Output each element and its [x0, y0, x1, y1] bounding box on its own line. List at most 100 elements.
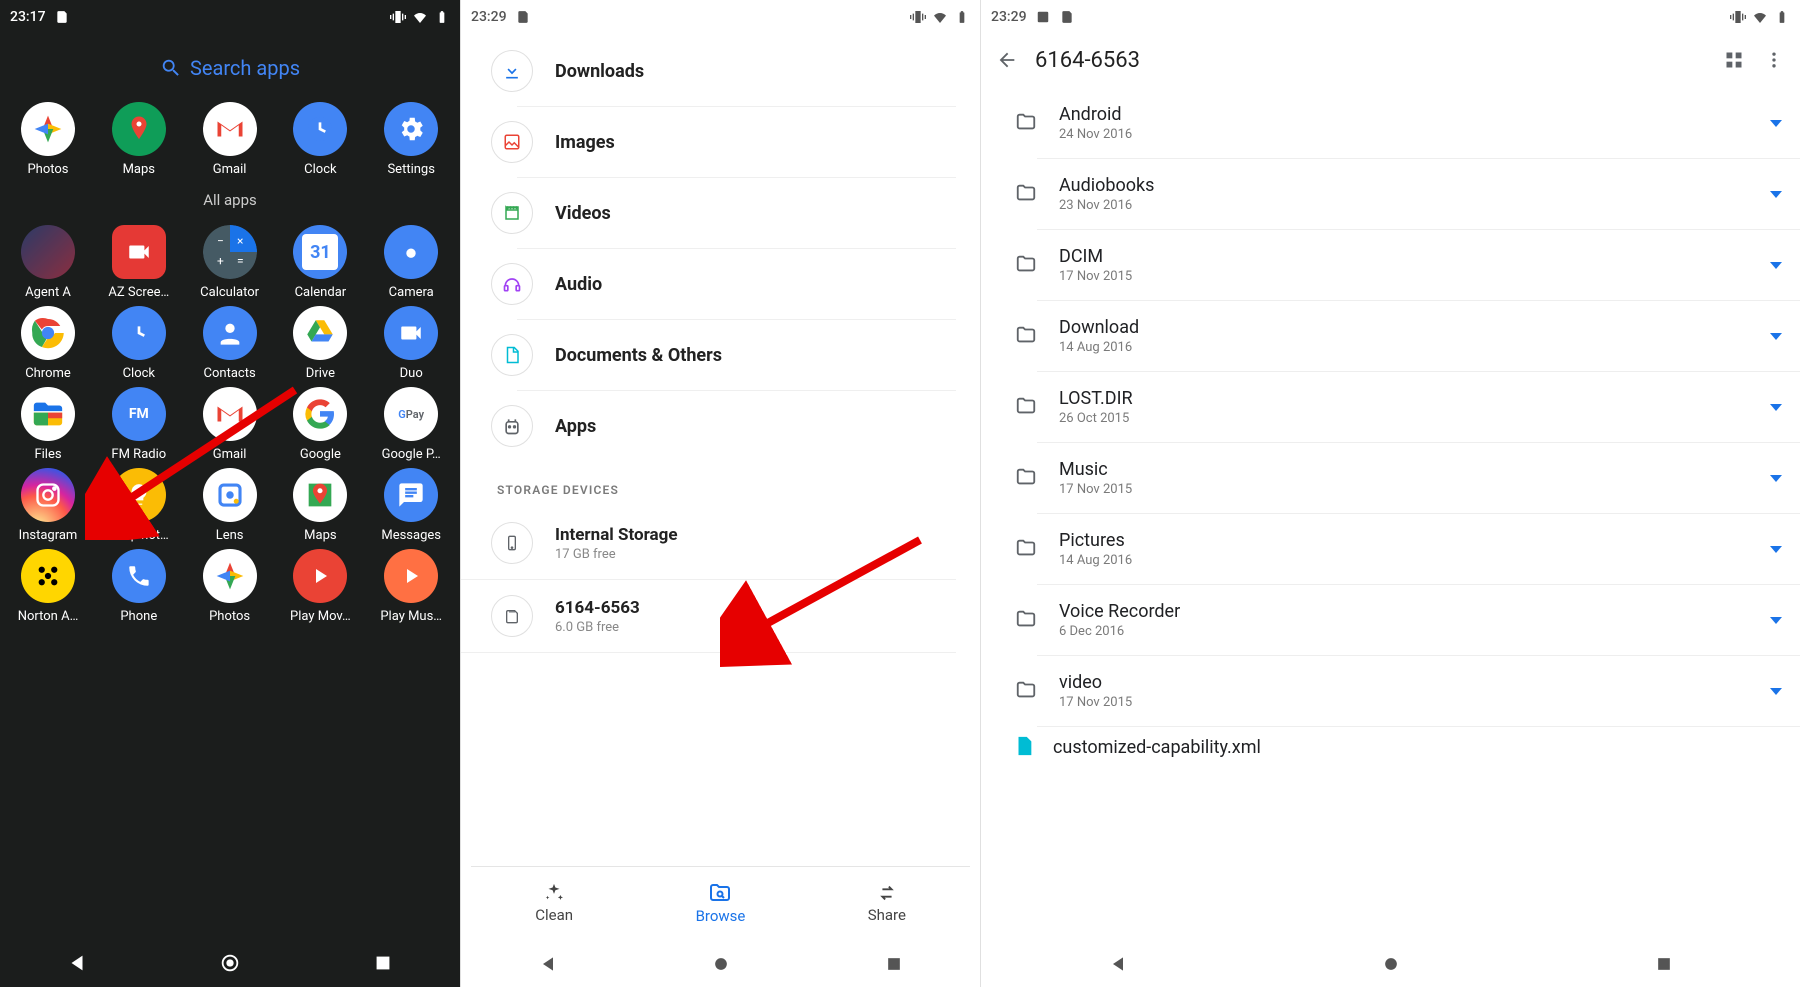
storage-sdcard[interactable]: 6164-6563 6.0 GB free — [461, 580, 956, 653]
app-gmail[interactable]: Gmail — [186, 102, 274, 177]
dropdown-caret-icon[interactable] — [1770, 546, 1782, 553]
nav-home-icon[interactable] — [1381, 954, 1401, 974]
nav-back-icon[interactable] — [1108, 954, 1128, 974]
app-duo[interactable]: Duo — [367, 306, 455, 381]
app-play-movies[interactable]: Play Mov… — [276, 549, 364, 624]
app-maps[interactable]: Maps — [95, 102, 183, 177]
statusbar: 23:29 — [461, 0, 980, 32]
app-files[interactable]: Files — [4, 387, 92, 462]
app-fm-radio[interactable]: FMFM Radio — [95, 387, 183, 462]
app-google-pay[interactable]: G PayGoogle P… — [367, 387, 455, 462]
tab-clean[interactable]: Clean — [471, 867, 637, 939]
status-time: 23:29 — [471, 9, 507, 25]
wifi-icon — [412, 9, 428, 25]
back-button[interactable] — [995, 48, 1019, 72]
folder-row[interactable]: Music 17 Nov 2015 — [1037, 443, 1800, 514]
nav-back-icon[interactable] — [66, 952, 88, 974]
app-settings[interactable]: Settings — [367, 102, 455, 177]
document-icon — [491, 334, 533, 376]
app-agent-a[interactable]: Agent A — [4, 225, 92, 300]
app-camera[interactable]: Camera — [367, 225, 455, 300]
app-phone[interactable]: Phone — [95, 549, 183, 624]
nav-recent-icon[interactable] — [884, 954, 904, 974]
nav-recent-icon[interactable] — [372, 952, 394, 974]
app-calculator[interactable]: −×+=Calculator — [186, 225, 274, 300]
app-drive[interactable]: Drive — [276, 306, 364, 381]
folder-name: Audiobooks — [1059, 175, 1154, 196]
dropdown-caret-icon[interactable] — [1770, 262, 1782, 269]
vibrate-icon — [390, 9, 406, 25]
phone-folder-list: 23:29 6164-6563 Android 24 Nov 2016 Audi… — [980, 0, 1800, 987]
folder-icon — [1013, 608, 1041, 632]
tab-browse[interactable]: Browse — [637, 867, 803, 939]
category-images[interactable]: Images — [517, 107, 956, 178]
app-clock[interactable]: Clock — [276, 102, 364, 177]
folder-icon — [1013, 466, 1041, 490]
category-downloads[interactable]: Downloads — [517, 36, 956, 107]
folder-date: 14 Aug 2016 — [1059, 340, 1139, 355]
folder-name: Android — [1059, 104, 1132, 125]
app-maps2[interactable]: Maps — [276, 468, 364, 543]
dropdown-caret-icon[interactable] — [1770, 191, 1782, 198]
app-google[interactable]: Google — [276, 387, 364, 462]
app-norton[interactable]: Norton A… — [4, 549, 92, 624]
folder-row[interactable]: Download 14 Aug 2016 — [1037, 301, 1800, 372]
folder-row[interactable]: DCIM 17 Nov 2015 — [1037, 230, 1800, 301]
folder-date: 23 Nov 2016 — [1059, 198, 1154, 213]
dropdown-caret-icon[interactable] — [1770, 475, 1782, 482]
category-documents[interactable]: Documents & Others — [517, 320, 956, 391]
grid-view-button[interactable] — [1722, 48, 1746, 72]
folder-name: Voice Recorder — [1059, 601, 1180, 622]
dropdown-caret-icon[interactable] — [1770, 333, 1782, 340]
dropdown-caret-icon[interactable] — [1770, 617, 1782, 624]
nav-back-icon[interactable] — [538, 954, 558, 974]
app-row-6: Norton A… Phone Photos Play Mov… Play Mu… — [0, 543, 460, 624]
folder-row[interactable]: Voice Recorder 6 Dec 2016 — [1037, 585, 1800, 656]
app-gmail2[interactable]: Gmail — [186, 387, 274, 462]
search-placeholder: Search apps — [190, 56, 300, 80]
category-audio[interactable]: Audio — [517, 249, 956, 320]
folder-row[interactable]: Android 24 Nov 2016 — [1037, 88, 1800, 159]
folder-name: Pictures — [1059, 530, 1132, 551]
file-xml[interactable]: customized-capability.xml — [981, 727, 1800, 767]
app-messages[interactable]: Messages — [367, 468, 455, 543]
nav-recent-icon[interactable] — [1654, 954, 1674, 974]
sd-indicator-icon — [54, 9, 70, 25]
sd-indicator-icon — [515, 9, 531, 25]
app-chrome[interactable]: Chrome — [4, 306, 92, 381]
file-icon — [1013, 735, 1037, 759]
category-videos[interactable]: Videos — [517, 178, 956, 249]
more-menu-button[interactable] — [1762, 48, 1786, 72]
app-az-screen[interactable]: AZ Scree… — [95, 225, 183, 300]
folder-row[interactable]: Audiobooks 23 Nov 2016 — [1037, 159, 1800, 230]
app-photos2[interactable]: Photos — [186, 549, 274, 624]
folder-icon — [1013, 537, 1041, 561]
dropdown-caret-icon[interactable] — [1770, 120, 1782, 127]
app-clock2[interactable]: Clock — [95, 306, 183, 381]
app-play-music[interactable]: Play Mus… — [367, 549, 455, 624]
category-apps[interactable]: Apps — [517, 391, 956, 461]
all-apps-label: All apps — [0, 191, 460, 209]
folder-icon — [1013, 679, 1041, 703]
dropdown-caret-icon[interactable] — [1770, 688, 1782, 695]
app-row-5: Instagram Keep not… Lens Maps Messages — [0, 462, 460, 543]
folder-search-icon — [708, 881, 732, 905]
svg-text:−: − — [217, 234, 224, 248]
folder-row[interactable]: video 17 Nov 2015 — [1037, 656, 1800, 727]
app-calendar[interactable]: 31Calendar — [276, 225, 364, 300]
nav-bar — [0, 939, 460, 987]
folder-row[interactable]: LOST.DIR 26 Oct 2015 — [1037, 372, 1800, 443]
nav-home-icon[interactable] — [219, 952, 241, 974]
apps-icon — [491, 405, 533, 447]
app-photos[interactable]: Photos — [4, 102, 92, 177]
app-keep-notes[interactable]: Keep not… — [95, 468, 183, 543]
storage-internal[interactable]: Internal Storage 17 GB free — [461, 507, 956, 580]
search-apps[interactable]: Search apps — [0, 40, 460, 96]
folder-row[interactable]: Pictures 14 Aug 2016 — [1037, 514, 1800, 585]
app-instagram[interactable]: Instagram — [4, 468, 92, 543]
nav-home-icon[interactable] — [711, 954, 731, 974]
app-contacts[interactable]: Contacts — [186, 306, 274, 381]
dropdown-caret-icon[interactable] — [1770, 404, 1782, 411]
app-lens[interactable]: Lens — [186, 468, 274, 543]
tab-share[interactable]: Share — [804, 867, 970, 939]
